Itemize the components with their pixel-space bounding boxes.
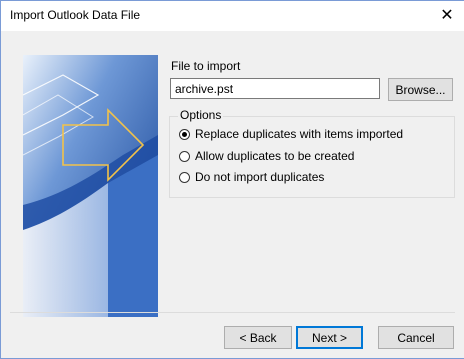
window-title: Import Outlook Data File xyxy=(10,8,141,22)
cancel-button[interactable]: Cancel xyxy=(378,326,454,349)
radio-selected-icon[interactable] xyxy=(179,128,190,140)
radio-allow-duplicates[interactable]: Allow duplicates to be created xyxy=(179,148,354,164)
radio-unselected-icon[interactable] xyxy=(179,150,190,162)
banner-graphic xyxy=(23,55,158,317)
radio-unselected-icon[interactable] xyxy=(179,171,190,183)
browse-button[interactable]: Browse... xyxy=(388,78,453,101)
radio-label: Do not import duplicates xyxy=(195,170,325,184)
import-dialog: Import Outlook Data File ✕ File to impor… xyxy=(0,0,464,359)
radio-label: Allow duplicates to be created xyxy=(195,149,355,163)
footer-divider xyxy=(10,312,455,313)
radio-do-not-import-duplicates[interactable]: Do not import duplicates xyxy=(179,169,324,185)
options-title: Options xyxy=(178,108,224,122)
file-path-input[interactable] xyxy=(170,78,380,99)
close-icon[interactable]: ✕ xyxy=(430,1,464,31)
file-to-import-label: File to import xyxy=(171,59,241,73)
radio-replace-duplicates[interactable]: Replace duplicates with items imported xyxy=(179,126,403,142)
radio-label: Replace duplicates with items imported xyxy=(195,127,404,141)
title-bar: Import Outlook Data File ✕ xyxy=(1,1,464,31)
wizard-banner-image xyxy=(23,55,158,317)
back-button[interactable]: < Back xyxy=(224,326,292,349)
next-button[interactable]: Next > xyxy=(296,326,363,349)
